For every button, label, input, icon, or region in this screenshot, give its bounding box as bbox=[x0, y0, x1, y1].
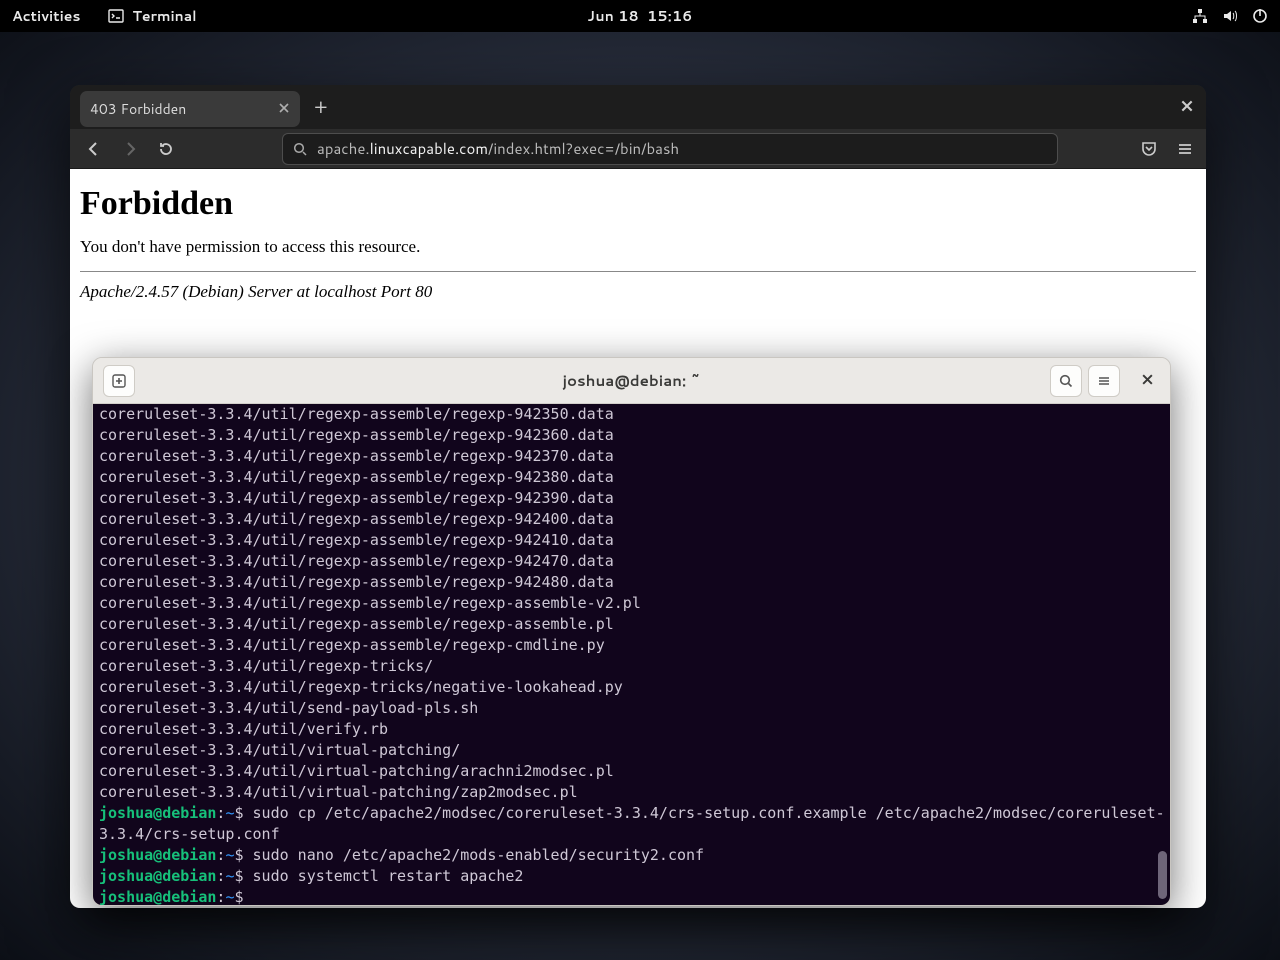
reload-button[interactable] bbox=[154, 137, 178, 161]
activities-button[interactable]: Activities bbox=[12, 6, 80, 26]
terminal-body[interactable]: coreruleset-3.3.4/util/regexp-assemble/r… bbox=[93, 404, 1170, 905]
tab-close-icon[interactable] bbox=[278, 99, 290, 119]
browser-toolbar: apache.linuxcapable.com/index.html?exec=… bbox=[70, 129, 1206, 169]
page-divider bbox=[80, 271, 1196, 272]
terminal-menu-button[interactable] bbox=[1088, 365, 1120, 397]
terminal-search-button[interactable] bbox=[1050, 365, 1082, 397]
new-tab-button[interactable]: + bbox=[314, 93, 328, 121]
page-message: You don't have permission to access this… bbox=[80, 237, 1196, 257]
terminal-scrollbar[interactable] bbox=[1158, 851, 1167, 899]
clock[interactable]: Jun 18 15:16 bbox=[587, 6, 692, 26]
power-icon[interactable] bbox=[1252, 8, 1268, 24]
gnome-topbar: Activities Terminal Jun 18 15:16 bbox=[0, 0, 1280, 32]
volume-icon[interactable] bbox=[1222, 8, 1238, 24]
hamburger-icon[interactable] bbox=[1176, 140, 1194, 158]
browser-close-icon[interactable] bbox=[1180, 96, 1194, 119]
search-icon bbox=[293, 142, 307, 156]
pocket-icon[interactable] bbox=[1140, 140, 1158, 158]
app-menu-label: Terminal bbox=[132, 6, 196, 26]
tab-title: 403 Forbidden bbox=[90, 99, 186, 119]
url-bar[interactable]: apache.linuxcapable.com/index.html?exec=… bbox=[282, 133, 1058, 165]
server-signature: Apache/2.4.57 (Debian) Server at localho… bbox=[80, 282, 1196, 302]
back-button[interactable] bbox=[82, 137, 106, 161]
tab-403-forbidden[interactable]: 403 Forbidden bbox=[80, 91, 300, 127]
url-text: apache.linuxcapable.com/index.html?exec=… bbox=[317, 138, 679, 159]
tab-strip: 403 Forbidden + bbox=[70, 85, 1206, 129]
new-tab-terminal-button[interactable] bbox=[103, 365, 135, 397]
forward-button[interactable] bbox=[118, 137, 142, 161]
terminal-close-button[interactable] bbox=[1134, 369, 1160, 392]
terminal-window: joshua@debian: ~ coreruleset-3.3.4/util/… bbox=[92, 357, 1171, 906]
page-heading: Forbidden bbox=[80, 185, 1196, 223]
terminal-icon bbox=[108, 8, 124, 24]
network-icon[interactable] bbox=[1192, 8, 1208, 24]
terminal-header: joshua@debian: ~ bbox=[93, 358, 1170, 404]
terminal-title: joshua@debian: ~ bbox=[563, 370, 701, 391]
app-menu[interactable]: Terminal bbox=[108, 6, 196, 26]
